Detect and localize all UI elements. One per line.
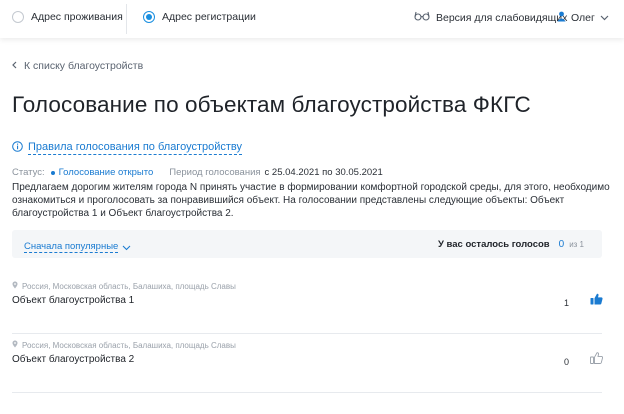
thumbs-up-filled-icon bbox=[590, 292, 603, 309]
item-location-text: Россия, Московская область, Балашиха, пл… bbox=[22, 340, 236, 350]
radio-selected-icon bbox=[143, 11, 155, 23]
like-button[interactable] bbox=[590, 351, 604, 369]
sort-dropdown[interactable]: Сначала популярные bbox=[24, 238, 131, 256]
voting-description: Предлагаем дорогим жителям города N прин… bbox=[12, 182, 610, 219]
chevron-down-icon bbox=[600, 12, 609, 24]
user-menu[interactable]: Олег bbox=[557, 11, 609, 25]
voting-rules-link[interactable]: Правила голосования по благоустройству bbox=[12, 139, 243, 157]
item-location-text: Россия, Московская область, Балашиха, пл… bbox=[22, 281, 236, 291]
back-link-label: К списку благоустройств bbox=[24, 60, 144, 72]
accessibility-version-label: Версия для слабовидящих bbox=[436, 11, 568, 24]
accessibility-version-button[interactable]: Версия для слабовидящих bbox=[414, 11, 567, 24]
period-value: с 25.04.2021 по 30.05.2021 bbox=[264, 167, 383, 178]
location-pin-icon bbox=[12, 340, 18, 350]
radio-living-label: Адрес проживания bbox=[31, 11, 123, 23]
radio-registration-address[interactable]: Адрес регистрации bbox=[143, 11, 256, 23]
item-vote-count: 1 bbox=[564, 298, 570, 308]
item-location: Россия, Московская область, Балашиха, пл… bbox=[12, 281, 236, 291]
status-dot-icon bbox=[50, 170, 55, 175]
radio-registration-label: Адрес регистрации bbox=[162, 11, 256, 23]
status-line: Статус: Голосование открыто Период голос… bbox=[12, 167, 383, 178]
status-badge: Голосование открыто bbox=[50, 167, 154, 178]
like-button[interactable] bbox=[590, 292, 603, 310]
voting-rules-label: Правила голосования по благоустройству bbox=[28, 141, 243, 155]
votes-remaining: У вас осталось голосов 0 из 1 bbox=[438, 239, 584, 250]
votes-total: из 1 bbox=[569, 240, 584, 249]
status-label: Статус: bbox=[12, 167, 45, 178]
chevron-left-icon bbox=[12, 60, 17, 72]
page-title: Голосование по объектам благоустройства … bbox=[12, 92, 531, 117]
filter-bar: Сначала популярные У вас осталось голосо… bbox=[12, 230, 602, 258]
radio-circle-icon bbox=[12, 11, 24, 23]
divider bbox=[126, 4, 127, 34]
thumbs-up-outline-icon bbox=[590, 351, 604, 368]
info-icon bbox=[12, 139, 23, 157]
status-value: Голосование открыто bbox=[58, 167, 154, 178]
back-to-list-link[interactable]: К списку благоустройств bbox=[12, 60, 143, 72]
period-label: Период голосования bbox=[169, 167, 261, 178]
sort-label: Сначала популярные bbox=[24, 241, 119, 253]
radio-living-address[interactable]: Адрес проживания bbox=[12, 11, 123, 23]
location-pin-icon bbox=[12, 281, 18, 291]
item-vote-count: 0 bbox=[564, 357, 570, 367]
chevron-down-icon bbox=[122, 238, 131, 256]
item-name[interactable]: Объект благоустройства 2 bbox=[12, 354, 134, 365]
list-item: Россия, Московская область, Балашиха, пл… bbox=[12, 278, 603, 334]
item-location: Россия, Московская область, Балашиха, пл… bbox=[12, 340, 236, 350]
user-icon bbox=[557, 11, 566, 25]
glasses-icon bbox=[414, 11, 430, 24]
top-bar: Адрес проживания Адрес регистрации Верси… bbox=[0, 0, 624, 38]
user-name: Олег bbox=[571, 12, 595, 24]
list-item: Россия, Московская область, Балашиха, пл… bbox=[12, 337, 604, 393]
item-name[interactable]: Объект благоустройства 1 bbox=[12, 295, 134, 306]
votes-remaining-label: У вас осталось голосов bbox=[437, 239, 550, 250]
votes-remaining-value: 0 bbox=[558, 239, 565, 250]
